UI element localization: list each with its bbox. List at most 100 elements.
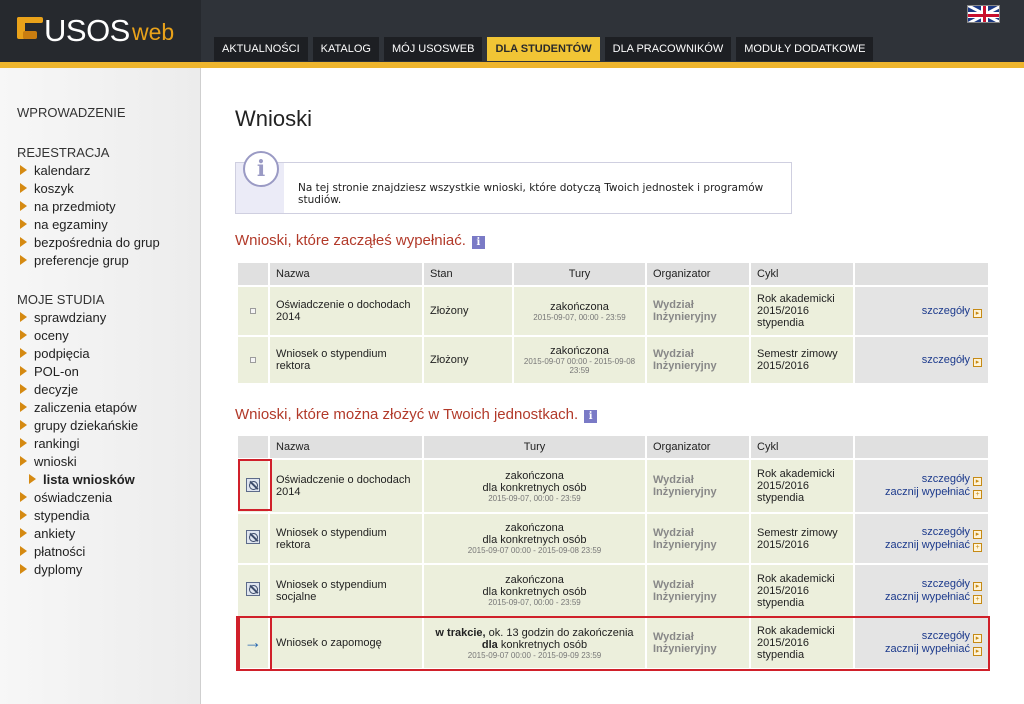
page-title: Wnioski (235, 106, 313, 131)
sidebar-item-preferencje[interactable]: preferencje grup (20, 252, 129, 270)
sidebar-item-stypendia[interactable]: stypendia (20, 507, 90, 525)
sidebar: WPROWADZENIE REJESTRACJA kalendarz koszy… (0, 68, 201, 704)
row-name: Wniosek o stypendium rektora (268, 335, 424, 385)
sidebar-item-zaliczenia[interactable]: zaliczenia etapów (20, 399, 137, 417)
arrow-icon: ▸ (973, 477, 982, 486)
start-filling-link[interactable]: zacznij wypełniać + (861, 486, 982, 499)
bullet-icon (20, 219, 27, 229)
help-icon[interactable]: i (471, 236, 485, 249)
sidebar-item-podpiecia[interactable]: podpięcia (20, 345, 90, 363)
table-row: Oświadczenie o dochodach 2014 zakończona… (236, 458, 990, 514)
help-icon[interactable]: i (584, 410, 598, 423)
row-name: Oświadczenie o dochodach 2014 (268, 285, 424, 337)
tab-dla-pracownikow[interactable]: DLA PRACOWNIKÓW (604, 37, 732, 61)
column-header-tury[interactable]: Tury (512, 261, 647, 287)
start-filling-link[interactable]: zacznij wypełniać + (861, 539, 982, 552)
row-checkbox[interactable] (250, 357, 256, 363)
logo[interactable]: USOS web (0, 0, 201, 62)
tab-moduly-dodatkowe[interactable]: MODUŁY DODATKOWE (736, 37, 874, 61)
plus-icon: + (973, 594, 982, 604)
arrow-right-icon[interactable]: → (244, 633, 262, 651)
bullet-icon (20, 546, 27, 556)
sidebar-item-decyzje[interactable]: decyzje (20, 381, 78, 399)
bullet-icon (20, 312, 27, 322)
tab-katalog[interactable]: KATALOG (312, 37, 379, 61)
details-link[interactable]: szczegóły ▸ (861, 578, 982, 591)
logo-text: USOS (44, 13, 130, 48)
sidebar-section-rejestracja[interactable]: REJESTRACJA (17, 145, 109, 160)
sidebar-item-ankiety[interactable]: ankiety (20, 525, 75, 543)
column-header-organizator[interactable]: Organizator (645, 434, 751, 460)
row-checkbox[interactable] (250, 308, 256, 314)
sidebar-item-koszyk[interactable]: koszyk (20, 180, 74, 198)
sidebar-item-sprawdziany[interactable]: sprawdziany (20, 309, 106, 327)
uk-flag-icon[interactable] (967, 5, 1000, 23)
bullet-icon (20, 384, 27, 394)
details-link[interactable]: szczegóły ▸ (861, 305, 982, 318)
bullet-icon (20, 201, 27, 211)
row-organizer: Wydział Inżynieryjny (645, 563, 751, 618)
section-started-title: Wnioski, które zacząłeś wypełniać. i (235, 232, 485, 249)
tab-aktualnosci[interactable]: AKTUALNOŚCI (214, 37, 308, 61)
bullet-icon (20, 456, 27, 466)
sidebar-item-platnosci[interactable]: płatności (20, 543, 85, 561)
ban-icon (246, 477, 260, 492)
main-nav: AKTUALNOŚCI KATALOG MÓJ USOSWEB DLA STUD… (214, 37, 874, 61)
sidebar-item-grupy[interactable]: grupy dziekańskie (20, 417, 138, 435)
ban-icon (246, 530, 260, 544)
row-name: Wniosek o zapomogę (268, 616, 424, 670)
sidebar-item-dyplomy[interactable]: dyplomy (20, 561, 82, 579)
arrow-icon: ▸ (973, 308, 982, 318)
column-header-cykl[interactable]: Cykl (749, 434, 855, 460)
sidebar-item-lista-wnioskow[interactable]: lista wniosków (29, 471, 135, 489)
sidebar-item-na-przedmioty[interactable]: na przedmioty (20, 198, 116, 216)
start-filling-link[interactable]: zacznij wypełniać + (861, 591, 982, 604)
column-header-organizator[interactable]: Organizator (645, 261, 751, 287)
start-filling-link[interactable]: zacznij wypełniać ▸ (861, 643, 982, 656)
started-applications-table: Nazwa Stan Tury Organizator Cykl Oświadc… (236, 261, 990, 385)
column-header-nazwa[interactable]: Nazwa (268, 261, 424, 287)
bullet-icon (20, 255, 27, 265)
column-header-tury[interactable]: Tury (422, 434, 647, 460)
row-organizer: Wydział Inżynieryjny (645, 512, 751, 565)
details-link[interactable]: szczegóły ▸ (861, 354, 982, 367)
sidebar-item-rankingi[interactable]: rankingi (20, 435, 80, 453)
sidebar-item-oceny[interactable]: oceny (20, 327, 69, 345)
tab-moj-usosweb[interactable]: MÓJ USOSWEB (383, 37, 483, 61)
bullet-icon (20, 564, 27, 574)
bullet-icon (20, 348, 27, 358)
sidebar-item-kalendarz[interactable]: kalendarz (20, 162, 90, 180)
table-row: Wniosek o stypendium socjalne zakończona… (236, 563, 990, 618)
sidebar-item-oswiadczenia[interactable]: oświadczenia (20, 489, 112, 507)
column-header (853, 261, 990, 287)
sidebar-item-na-egzaminy[interactable]: na egzaminy (20, 216, 108, 234)
column-header (236, 261, 270, 287)
row-organizer: Wydział Inżynieryjny (645, 616, 751, 670)
sidebar-item-bezposrednia[interactable]: bezpośrednia do grup (20, 234, 160, 252)
column-header-nazwa[interactable]: Nazwa (268, 434, 424, 460)
arrow-icon: ▸ (973, 357, 982, 367)
row-name: Oświadczenie o dochodach 2014 (268, 458, 424, 514)
table-row: Wniosek o stypendium rektora zakończona d… (236, 512, 990, 565)
bullet-icon (29, 474, 36, 484)
sidebar-item-pol-on[interactable]: POL-on (20, 363, 79, 381)
column-header-stan[interactable]: Stan (422, 261, 514, 287)
details-link[interactable]: szczegóły ▸ (861, 630, 982, 643)
ban-icon (246, 582, 260, 596)
arrow-icon: ▸ (973, 581, 982, 591)
bullet-icon (20, 510, 27, 520)
details-link[interactable]: szczegóły ▸ (861, 526, 982, 539)
row-cycle: Rok akademicki 2015/2016 stypendia (749, 285, 855, 337)
table-row: Oświadczenie o dochodach 2014 Złożony za… (236, 285, 990, 337)
sidebar-item-wnioski[interactable]: wnioski (20, 453, 77, 471)
sidebar-section-wprowadzenie[interactable]: WPROWADZENIE (17, 105, 126, 120)
column-header-cykl[interactable]: Cykl (749, 261, 855, 287)
bullet-icon (20, 492, 27, 502)
row-name: Wniosek o stypendium socjalne (268, 563, 424, 618)
row-organizer: Wydział Inżynieryjny (645, 458, 751, 514)
details-link[interactable]: szczegóły ▸ (861, 473, 982, 486)
sidebar-section-moje-studia[interactable]: MOJE STUDIA (17, 292, 104, 307)
arrow-icon: ▸ (973, 529, 982, 539)
tab-dla-studentow[interactable]: DLA STUDENTÓW (487, 37, 600, 61)
row-name: Wniosek o stypendium rektora (268, 512, 424, 565)
